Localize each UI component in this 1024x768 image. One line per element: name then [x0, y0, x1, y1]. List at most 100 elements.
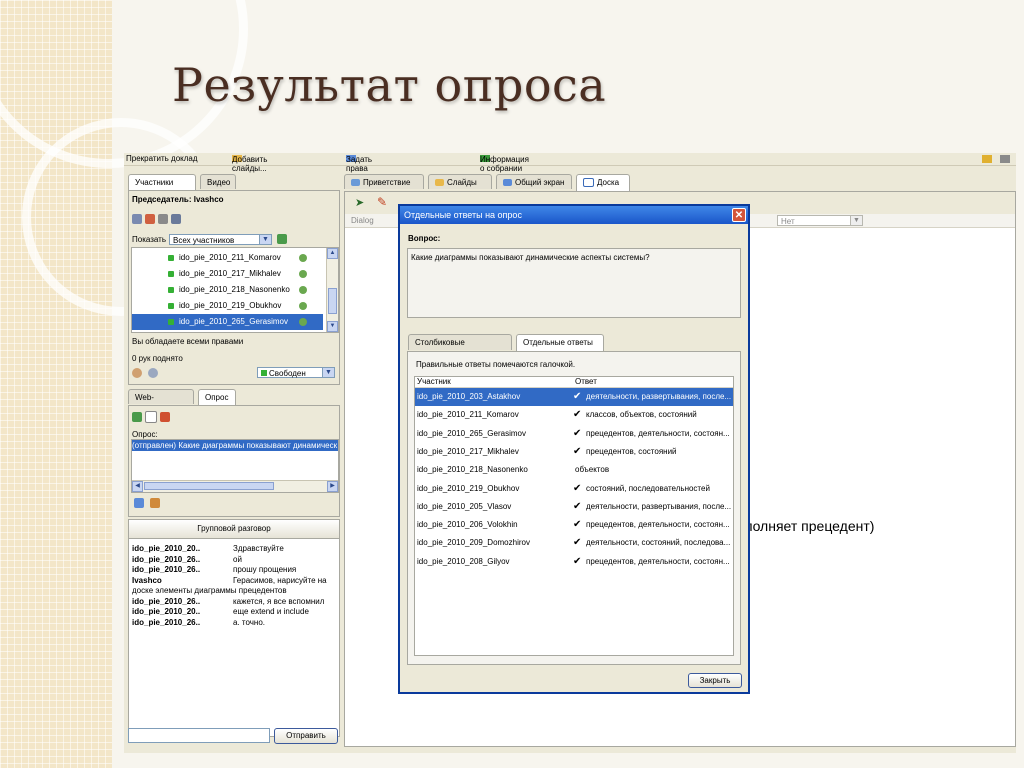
col-answer: Ответ	[575, 377, 597, 386]
font-select-value[interactable]: Dialog	[351, 216, 374, 225]
answers-header: Участник Ответ	[415, 377, 733, 388]
option-select-value: Нет	[781, 217, 795, 226]
raise-hand-icon[interactable]	[145, 214, 155, 224]
answer-row[interactable]: ido_pie_2010_205_Vlasov ✔ деятельности, ра…	[415, 498, 733, 516]
users-tray-icon[interactable]	[982, 155, 992, 163]
checkmark-icon: ✔	[573, 427, 582, 439]
tab-whiteboard-label: Доска	[597, 178, 620, 187]
poll-panel: Опрос: (отправлен) Какие диаграммы показ…	[128, 405, 340, 517]
answer-row[interactable]: ido_pie_2010_208_Gilyov ✔ прецедентов, дея…	[415, 553, 733, 571]
tab-web-pages[interactable]: Web-страницы	[128, 389, 194, 417]
edit-icon[interactable]	[158, 214, 168, 224]
checkmark-icon: ✔	[573, 555, 582, 567]
settings-tray-icon[interactable]	[1000, 155, 1010, 163]
tab-slides[interactable]: Слайды	[428, 174, 492, 189]
chat-message: ido_pie_2010_20.. еще extend и include	[132, 607, 336, 617]
scroll-left-icon[interactable]: ◀	[132, 481, 143, 492]
answer-row[interactable]: ido_pie_2010_217_Mikhalev ✔ прецедентов, с…	[415, 443, 733, 461]
chevron-down-icon: ▼	[322, 368, 334, 377]
option-select[interactable]: Нет ▼	[777, 215, 863, 226]
status-icon[interactable]	[299, 302, 307, 310]
status-icon[interactable]	[299, 254, 307, 262]
chat-message: ido_pie_2010_26.. прошу прощения	[132, 565, 336, 575]
status-select[interactable]: Свободен ▼	[257, 367, 335, 378]
hscroll-thumb[interactable]	[144, 482, 274, 490]
participant-row[interactable]: ido_pie_2010_217_Mikhalev	[132, 266, 323, 282]
answer-text: классов, объектов, состояний	[586, 410, 697, 420]
scroll-thumb[interactable]	[328, 288, 337, 314]
chat-sender: Ivashco	[132, 575, 162, 585]
answer-participant: ido_pie_2010_211_Komarov	[417, 410, 519, 420]
participant-row[interactable]: ido_pie_2010_211_Komarov	[132, 250, 323, 266]
tab-whiteboard[interactable]: Доска	[576, 174, 630, 191]
tab-video[interactable]: Видео	[200, 174, 236, 189]
hand-icon[interactable]	[132, 368, 142, 378]
answer-row[interactable]: ido_pie_2010_206_Volokhin ✔ прецедентов, д…	[415, 516, 733, 534]
stop-report-button[interactable]: Прекратить доклад	[126, 154, 198, 163]
close-icon[interactable]: ✕	[732, 208, 746, 222]
status-select-value: Свободен	[269, 369, 306, 378]
show-select[interactable]: Всех участников ▼	[169, 234, 272, 245]
scroll-up-icon[interactable]: ▲	[327, 248, 338, 259]
participant-row[interactable]: ido_pie_2010_219_Obukhov	[132, 298, 323, 314]
home-icon	[351, 179, 360, 187]
scroll-down-icon[interactable]: ▼	[327, 321, 338, 332]
participant-row[interactable]: ido_pie_2010_265_Gerasimov	[132, 314, 323, 330]
users-group-icon[interactable]	[277, 234, 287, 244]
app-screenshot: Прекратить доклад Добавить слайды... Зад…	[124, 153, 1016, 753]
answer-participant: ido_pie_2010_265_Gerasimov	[417, 428, 526, 438]
poll-question-icon[interactable]	[145, 411, 157, 423]
tab-welcome[interactable]: Приветствие	[344, 174, 424, 189]
pen-tool-icon[interactable]: ✎	[377, 195, 387, 209]
answer-text: прецедентов, деятельности, состоян...	[586, 428, 730, 438]
tab-bar-charts[interactable]: Столбиковые диаграммы	[408, 334, 512, 362]
answer-text: прецедентов, деятельности, состоян...	[586, 520, 730, 530]
status-icon[interactable]	[299, 286, 307, 294]
participant-scrollbar[interactable]: ▲ ▼	[326, 248, 338, 332]
select-tool-icon[interactable]: ➤	[355, 196, 364, 209]
participant-name: ido_pie_2010_218_Nasonenko	[179, 285, 290, 294]
results-list-icon[interactable]	[150, 498, 160, 508]
answer-row[interactable]: ido_pie_2010_211_Komarov ✔ классов, объект…	[415, 406, 733, 424]
lower-hand-icon[interactable]	[148, 368, 158, 378]
tab-individual-answers[interactable]: Отдельные ответы	[516, 334, 604, 351]
answer-row[interactable]: ido_pie_2010_219_Obukhov ✔ состояний, посл…	[415, 480, 733, 498]
status-icon[interactable]	[299, 270, 307, 278]
dialog-title: Отдельные ответы на опрос	[400, 206, 748, 224]
answers-table: Участник Ответ ido_pie_2010_203_Astakhov…	[414, 376, 734, 656]
chat-text: доске элементы диаграммы прецедентов	[132, 586, 287, 595]
send-button[interactable]: Отправить	[274, 728, 338, 744]
tab-poll[interactable]: Опрос	[198, 389, 236, 406]
close-button[interactable]: Закрыть	[688, 673, 742, 688]
tab-slides-label: Слайды	[447, 178, 477, 187]
participant-row[interactable]: ido_pie_2010_218_Nasonenko	[132, 282, 323, 298]
chat-input[interactable]	[128, 728, 270, 743]
answer-participant: ido_pie_2010_203_Astakhov	[417, 392, 521, 401]
delete-poll-icon[interactable]	[160, 412, 170, 422]
tab-screen-share[interactable]: Общий экран	[496, 174, 572, 189]
tab-screen-share-label: Общий экран	[515, 178, 565, 187]
chat-text: Здравствуйте	[233, 544, 284, 553]
chat-text: кажется, я все вспомнил	[233, 596, 325, 606]
chat-sender: ido_pie_2010_20..	[132, 607, 201, 616]
answer-row[interactable]: ido_pie_2010_265_Gerasimov ✔ прецедентов, …	[415, 425, 733, 443]
poll-item[interactable]: (отправлен) Какие диаграммы показывают д…	[132, 440, 338, 451]
scroll-right-icon[interactable]: ▶	[327, 481, 338, 492]
chart-results-icon[interactable]	[134, 498, 144, 508]
answer-row[interactable]: ido_pie_2010_209_Domozhirov ✔ деятельности…	[415, 534, 733, 552]
poll-hscrollbar[interactable]: ◀ ▶	[132, 480, 338, 492]
tab-participants[interactable]: Участники (11)	[128, 174, 196, 202]
status-dot-icon	[261, 370, 267, 376]
add-poll-icon[interactable]	[132, 412, 142, 422]
answer-row[interactable]: ido_pie_2010_218_Nasonenko объектов	[415, 461, 733, 479]
whiteboard-text: полняет прецедент)	[745, 518, 875, 534]
status-icon[interactable]	[299, 318, 307, 326]
slide-title: Результат опроса	[172, 58, 607, 112]
chat-message: доске элементы диаграммы прецедентов	[132, 586, 336, 596]
show-label: Показать	[132, 235, 167, 244]
menubar: Прекратить доклад Добавить слайды... Зад…	[124, 153, 1016, 182]
answer-row[interactable]: ido_pie_2010_203_Astakhov ✔ деятельности, …	[415, 388, 733, 406]
chat-sender: ido_pie_2010_26..	[132, 617, 201, 627]
user-status-icon[interactable]	[132, 214, 142, 224]
user-options-icon[interactable]	[171, 214, 181, 224]
